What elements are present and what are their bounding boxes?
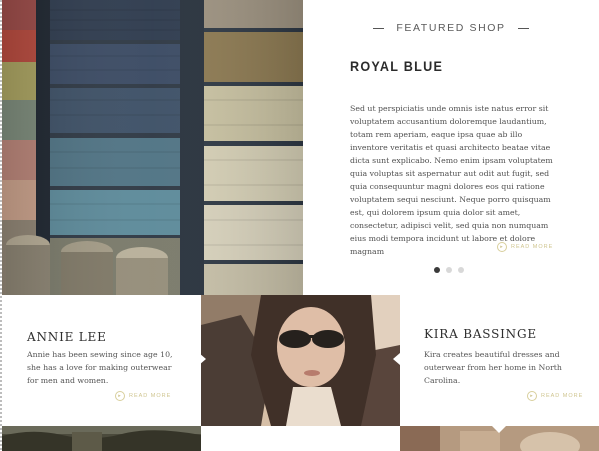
featured-shop-panel: FEATURED SHOP ROYAL BLUE Sed ut perspici…	[303, 0, 599, 295]
featured-read-more-link[interactable]: ▸ READ MORE	[497, 242, 553, 252]
bottom-photo-trees	[2, 426, 201, 451]
profile-bio: Kira creates beautiful dresses and outer…	[424, 350, 562, 385]
portrait-photo	[201, 295, 400, 426]
card-pointer-right	[199, 353, 206, 365]
eyebrow-dash-right	[517, 27, 529, 29]
arrow-right-icon: ▸	[497, 242, 507, 252]
read-more-label: READ MORE	[129, 393, 172, 399]
slider-pagination	[434, 267, 464, 273]
profile-card-kira: KIRA BASSINGE Kira creates beautiful dre…	[400, 295, 599, 426]
card-pointer-down	[492, 426, 506, 433]
slider-dot-3[interactable]	[458, 267, 464, 273]
profile-read-more-link[interactable]: ▸ READ MORE	[527, 391, 583, 401]
arrow-right-icon: ▸	[115, 391, 125, 401]
slider-dot-1[interactable]	[434, 267, 440, 273]
arrow-right-icon: ▸	[527, 391, 537, 401]
featured-description: Sed ut perspiciatis unde omnis iste natu…	[350, 104, 553, 256]
featured-title: ROYAL BLUE	[350, 58, 444, 74]
profile-name: KIRA BASSINGE	[424, 327, 537, 341]
profile-name: ANNIE LEE	[27, 330, 107, 344]
slider-dot-2[interactable]	[446, 267, 452, 273]
profile-read-more-link[interactable]: ▸ READ MORE	[115, 391, 171, 401]
eyebrow-label: FEATURED SHOP	[396, 22, 506, 34]
read-more-label: READ MORE	[541, 393, 584, 399]
thread-spools-photo	[2, 0, 303, 295]
profile-card-annie: ANNIE LEE Annie has been sewing since ag…	[2, 295, 201, 426]
read-more-label: READ MORE	[511, 244, 554, 250]
card-pointer-left	[393, 353, 400, 365]
featured-eyebrow: FEATURED SHOP	[303, 22, 599, 34]
bottom-blank-tile	[201, 426, 400, 451]
profile-bio: Annie has been sewing since age 10, she …	[27, 350, 173, 385]
eyebrow-dash-left	[373, 27, 385, 29]
